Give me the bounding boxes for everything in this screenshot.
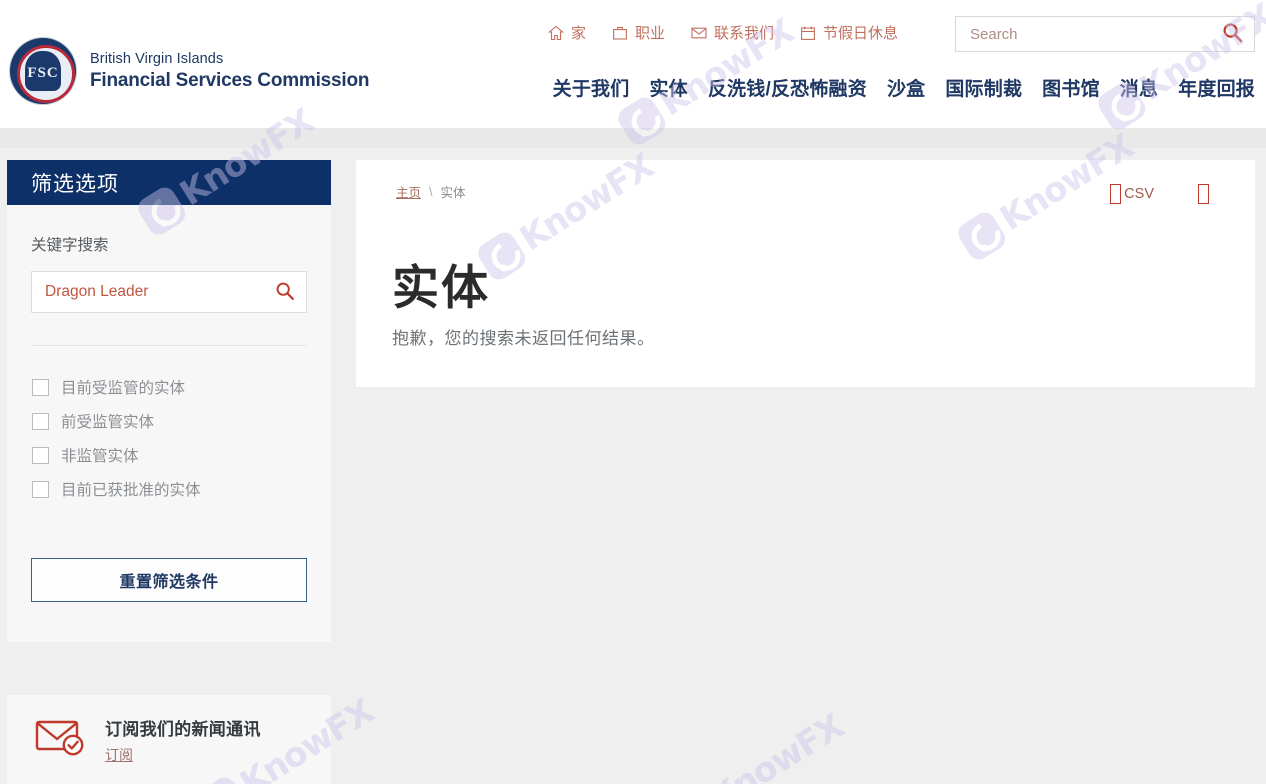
newsletter-title: 订阅我们的新闻通讯 bbox=[105, 719, 261, 739]
top-nav-item-holidays[interactable]: 节假日休息 bbox=[800, 22, 898, 43]
briefcase-icon bbox=[612, 25, 628, 41]
nav-item-sandbox[interactable]: 沙盒 bbox=[887, 74, 925, 101]
results-card-actions: CSV bbox=[1110, 184, 1209, 204]
filter-label: 目前已获批准的实体 bbox=[61, 482, 201, 499]
search-input[interactable] bbox=[956, 17, 1210, 51]
checkbox-box[interactable] bbox=[32, 412, 49, 430]
filter-label: 非监管实体 bbox=[61, 448, 139, 465]
top-nav-item-careers[interactable]: 职业 bbox=[612, 22, 665, 43]
search-icon bbox=[1222, 22, 1243, 46]
top-nav-label-holidays: 节假日休息 bbox=[823, 25, 899, 42]
filter-checkbox-formerly-regulated[interactable]: 前受监管实体 bbox=[32, 404, 307, 438]
watermark-text: KnowFX bbox=[703, 706, 851, 784]
top-nav-item-contact[interactable]: 联系我们 bbox=[691, 22, 774, 43]
filter-sidebar-body: 关键字搜索 目前受监管的实体 前受监管实体 bbox=[7, 205, 331, 634]
filter-sidebar-header: 筛选选项 bbox=[7, 160, 331, 205]
filter-label: 目前受监管的实体 bbox=[61, 380, 186, 397]
nav-item-library[interactable]: 图书馆 bbox=[1042, 74, 1100, 101]
primary-nav: 关于我们 实体 反洗钱/反恐怖融资 沙盒 国际制裁 图书馆 消息 年度回报 bbox=[0, 74, 1266, 101]
nav-item-aml-cft[interactable]: 反洗钱/反恐怖融资 bbox=[708, 74, 867, 101]
calendar-icon bbox=[800, 25, 816, 41]
envelope-check-icon bbox=[35, 717, 87, 762]
page-root: FSC British Virgin Islands Financial Ser… bbox=[0, 0, 1266, 784]
breadcrumb-current: 实体 bbox=[440, 186, 466, 200]
top-nav-label-home: 家 bbox=[571, 25, 587, 42]
nav-item-about[interactable]: 关于我们 bbox=[553, 74, 630, 101]
filter-checkbox-currently-regulated[interactable]: 目前受监管的实体 bbox=[32, 370, 307, 404]
checkbox-box[interactable] bbox=[32, 378, 49, 396]
download-csv-icon bbox=[1110, 184, 1122, 204]
header-search[interactable] bbox=[955, 16, 1255, 52]
logo-line-1: British Virgin Islands bbox=[90, 50, 224, 67]
newsletter-signup-box[interactable]: 订阅我们的新闻通讯 订阅 bbox=[7, 695, 331, 784]
top-nav-label-contact: 联系我们 bbox=[714, 25, 775, 42]
breadcrumb: 主页 \ 实体 bbox=[396, 182, 466, 201]
home-icon bbox=[547, 25, 565, 41]
newsletter-subscribe-link[interactable]: 订阅 bbox=[105, 747, 133, 763]
reset-filters-button[interactable]: 重置筛选条件 bbox=[31, 558, 307, 602]
search-submit-button[interactable] bbox=[1210, 17, 1254, 51]
nav-item-annual-returns[interactable]: 年度回报 bbox=[1178, 74, 1255, 101]
utility-nav: 家 职业 联系我们 节假日休息 bbox=[547, 22, 898, 43]
sidebar-bottom-spacer bbox=[31, 602, 307, 634]
newsletter-text-block: 订阅我们的新闻通讯 订阅 bbox=[105, 715, 261, 765]
page-title: 实体 bbox=[392, 261, 490, 315]
keyword-search-label: 关键字搜索 bbox=[31, 237, 109, 254]
filter-sidebar: 筛选选项 关键字搜索 目前受监管的实体 前受监 bbox=[7, 160, 331, 642]
no-results-message: 抱歉，您的搜索未返回任何结果。 bbox=[392, 329, 655, 348]
download-csv-label: CSV bbox=[1124, 186, 1154, 202]
breadcrumb-home-link[interactable]: 主页 bbox=[396, 182, 421, 201]
watermark: KnowFX bbox=[664, 706, 850, 784]
nav-item-sanctions[interactable]: 国际制裁 bbox=[945, 74, 1022, 101]
keyword-search-button[interactable] bbox=[264, 272, 306, 312]
entity-status-filter-group: 目前受监管的实体 前受监管实体 非监管实体 目前已获批准的实体 bbox=[31, 346, 307, 528]
download-csv-button[interactable]: CSV bbox=[1110, 184, 1154, 204]
filter-label: 前受监管实体 bbox=[61, 414, 155, 431]
checkbox-box[interactable] bbox=[32, 480, 49, 498]
results-card: 主页 \ 实体 CSV bbox=[356, 160, 1255, 387]
header-divider-band bbox=[0, 128, 1266, 148]
site-header: FSC British Virgin Islands Financial Ser… bbox=[0, 0, 1266, 128]
search-icon bbox=[275, 281, 295, 304]
print-button[interactable] bbox=[1198, 184, 1209, 204]
filter-checkbox-unregulated[interactable]: 非监管实体 bbox=[32, 438, 307, 472]
nav-item-news[interactable]: 消息 bbox=[1120, 74, 1158, 101]
envelope-icon bbox=[691, 25, 707, 41]
breadcrumb-separator: \ bbox=[429, 184, 433, 199]
filter-checkbox-currently-approved[interactable]: 目前已获批准的实体 bbox=[32, 472, 307, 506]
top-nav-item-home[interactable]: 家 bbox=[547, 22, 587, 43]
keyword-search-input[interactable] bbox=[32, 272, 264, 312]
checkbox-box[interactable] bbox=[32, 446, 49, 464]
fsc-seal-text: FSC bbox=[27, 65, 59, 81]
top-nav-label-careers: 职业 bbox=[635, 25, 666, 42]
filter-sidebar-title: 筛选选项 bbox=[31, 172, 119, 196]
keyword-search-field[interactable] bbox=[31, 271, 307, 313]
nav-item-entities[interactable]: 实体 bbox=[649, 74, 687, 101]
print-icon bbox=[1198, 184, 1209, 204]
